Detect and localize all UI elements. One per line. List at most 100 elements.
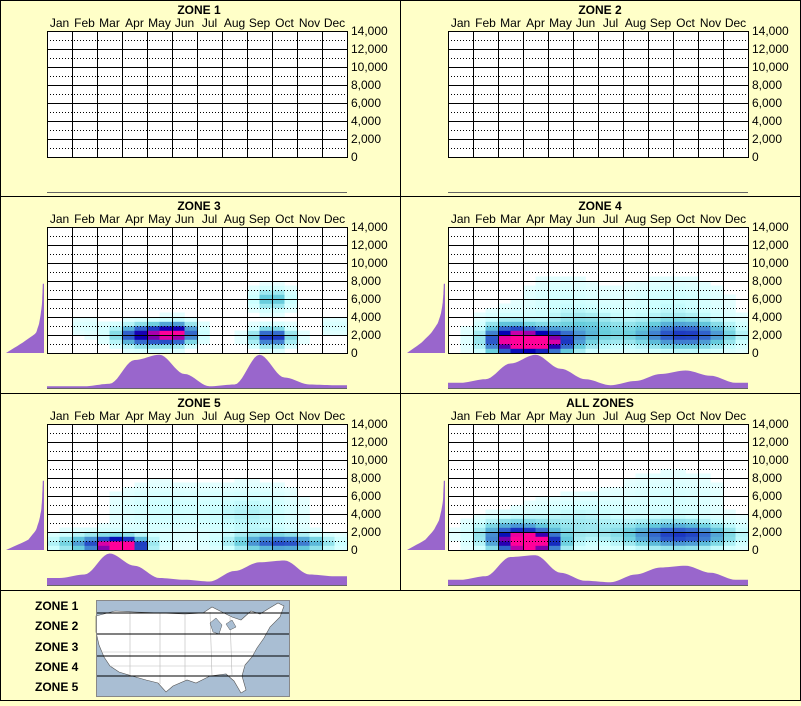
heat-cell (673, 527, 686, 533)
heat-cell (623, 523, 636, 528)
heat-cell (47, 536, 60, 542)
heat-cell (72, 545, 85, 551)
heat-cell (648, 285, 661, 291)
heat-cell (284, 339, 298, 345)
heat-cell (623, 344, 636, 349)
heat-cell (623, 285, 636, 291)
heat-cell (272, 339, 285, 345)
heat-cell (109, 344, 123, 349)
heat-cell (698, 303, 711, 309)
heat-cell (473, 321, 486, 327)
heat-cell (247, 482, 260, 488)
heat-cell (685, 545, 699, 551)
heat-cell (272, 536, 285, 542)
heat-cell (723, 527, 736, 533)
heat-cell (134, 339, 148, 345)
heat-cell (648, 482, 661, 488)
heat-cell (660, 330, 674, 336)
heat-cell (272, 321, 285, 327)
y-tick-label: 8,000 (351, 274, 381, 288)
heat-cell (72, 330, 85, 336)
heat-cell (59, 527, 73, 533)
heat-cell (548, 518, 561, 524)
heat-cell (184, 523, 198, 528)
heat-cell (573, 312, 586, 318)
heat-cell (448, 536, 461, 542)
heat-cell (648, 321, 661, 327)
heat-cell (598, 545, 611, 551)
heat-cell (510, 505, 524, 510)
month-label-feb: Feb (74, 409, 95, 423)
month-label-sep: Sep (249, 212, 271, 226)
heat-cell (660, 348, 674, 354)
heat-cell (209, 500, 223, 506)
month-label-feb: Feb (475, 212, 496, 226)
heat-cell (723, 518, 736, 524)
heat-cell (109, 321, 123, 327)
heat-cell (234, 536, 248, 542)
heat-cell (272, 285, 285, 291)
heat-cell (698, 348, 711, 354)
heat-cell (585, 308, 599, 313)
heat-cell (523, 500, 536, 506)
heat-cell (698, 487, 711, 492)
heat-cell (97, 527, 110, 533)
heat-cell (109, 509, 123, 515)
heat-cell (660, 523, 674, 528)
heat-cell (685, 276, 699, 282)
panel-title: ZONE 1 (177, 3, 221, 17)
heat-cell (560, 527, 574, 533)
heat-cell (585, 344, 599, 349)
month-label-aug: Aug (625, 212, 646, 226)
heat-cell (284, 321, 298, 327)
y-tick-label: 6,000 (752, 489, 782, 503)
heat-cell (197, 518, 210, 524)
heat-cell (109, 541, 123, 546)
heat-cell (159, 518, 173, 524)
heat-cell (598, 536, 611, 542)
heat-cell (598, 285, 611, 291)
heat-cell (673, 348, 686, 354)
heat-cell (147, 500, 160, 506)
heat-cell (673, 545, 686, 551)
heat-cell (234, 545, 248, 551)
heat-cell (660, 339, 674, 345)
heat-cell (498, 312, 511, 318)
heat-cell (259, 500, 273, 506)
heat-cell (72, 536, 85, 542)
month-label-nov: Nov (299, 409, 320, 423)
heat-cell (147, 545, 160, 551)
heat-cell (660, 473, 674, 479)
heat-cell (197, 500, 210, 506)
heat-cell (735, 545, 749, 551)
month-label-jun: Jun (576, 409, 595, 423)
month-label-apr: Apr (526, 212, 545, 226)
month-label-aug: Aug (224, 212, 245, 226)
heat-cell (598, 294, 611, 300)
month-label-sep: Sep (249, 16, 271, 30)
heat-cell (585, 536, 599, 542)
heat-cell (473, 312, 486, 318)
heat-cell (47, 545, 60, 551)
heat-cell (184, 491, 198, 497)
heat-cell (485, 527, 499, 533)
heat-cell (510, 308, 524, 313)
y-tick-label: 4,000 (351, 310, 381, 324)
heat-cell (698, 473, 711, 479)
heat-cell (660, 482, 674, 488)
heat-cell (635, 482, 649, 488)
heat-cell (585, 303, 599, 309)
heat-cell (259, 505, 273, 510)
y-tick-label: 10,000 (752, 256, 789, 270)
month-label-sep: Sep (650, 409, 672, 423)
heat-cell (259, 545, 273, 551)
heat-cell (122, 545, 135, 551)
month-label-mar: Mar (500, 16, 521, 30)
heat-cell (523, 509, 536, 515)
heat-cell (535, 545, 549, 551)
zone-charts-page: ZONE 1 Jan Feb Mar Apr May Jun Jul Aug Sep Oct Nov D… (0, 0, 801, 701)
heat-cell (184, 482, 198, 488)
heat-cell (635, 303, 649, 309)
heat-cell (498, 321, 511, 327)
heat-cell (297, 500, 310, 506)
